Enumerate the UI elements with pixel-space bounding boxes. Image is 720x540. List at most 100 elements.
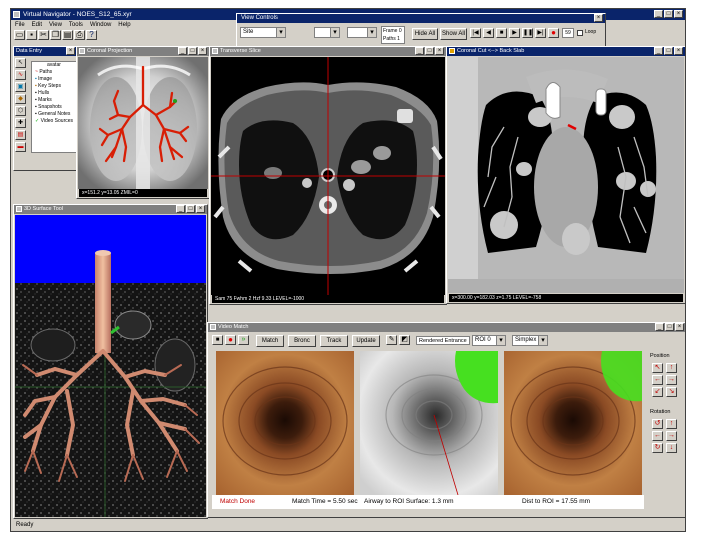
loop-checkbox[interactable] <box>577 30 583 36</box>
menu-tools[interactable]: Tools <box>69 20 83 30</box>
frame-number-field[interactable]: 59 <box>562 28 574 38</box>
position-right-icon[interactable]: → <box>666 375 677 385</box>
mode-select[interactable]: Simplex <box>512 335 548 346</box>
surface-tool-render[interactable] <box>15 215 206 517</box>
mark-tool-icon[interactable]: ✚ <box>15 118 26 128</box>
paste-icon[interactable]: ▤ <box>62 30 73 40</box>
edit-pen-icon[interactable]: ✎ <box>386 335 397 345</box>
record-circle-icon[interactable]: ● <box>225 335 236 345</box>
coronal-projection-image[interactable] <box>78 57 208 189</box>
close-button[interactable]: × <box>675 323 684 331</box>
data-entry-close-button[interactable]: × <box>66 47 75 55</box>
view-controls-title-bar: View Controls × <box>237 14 605 23</box>
notes-tool-icon[interactable]: ▬ <box>15 142 26 152</box>
minimize-button[interactable]: _ <box>415 47 424 55</box>
close-button[interactable]: × <box>196 205 205 213</box>
secondary-select[interactable] <box>314 27 340 38</box>
position-down-left-icon[interactable]: ↙ <box>652 387 663 397</box>
color-swatch-icon[interactable]: ◩ <box>399 335 410 345</box>
tree-header: avatar <box>47 62 61 68</box>
maximize-button[interactable]: □ <box>665 323 674 331</box>
tree-item-paths[interactable]: ~ Paths <box>35 69 76 76</box>
position-up-icon[interactable]: ↑ <box>666 363 677 373</box>
save-icon[interactable]: ▪ <box>26 30 37 40</box>
track-button[interactable]: Track <box>320 335 348 347</box>
keystep-tool-icon[interactable]: ◆ <box>15 94 26 104</box>
menu-file[interactable]: File <box>15 20 25 30</box>
menu-window[interactable]: Window <box>90 20 111 30</box>
tree-item-hulls[interactable]: ▪ Hulls <box>35 90 76 97</box>
cut-icon[interactable]: ✂ <box>38 30 49 40</box>
view-controls-close-button[interactable]: × <box>594 14 603 22</box>
rotate-cw-icon[interactable]: ↻ <box>652 443 663 453</box>
roi-select[interactable]: ROI 0 <box>472 335 506 346</box>
minimize-button[interactable]: _ <box>178 47 187 55</box>
menu-help[interactable]: Help <box>118 20 130 30</box>
last-frame-icon[interactable]: ▶| <box>535 28 546 38</box>
position-up-left-icon[interactable]: ↖ <box>652 363 663 373</box>
view-controls-title: View Controls <box>241 15 278 21</box>
rotate-up-icon[interactable]: ↑ <box>666 419 677 429</box>
hide-all-button[interactable]: Hide All <box>412 28 438 40</box>
tree-item-snapshots[interactable]: ▪ Snapshots <box>35 104 76 111</box>
bronc-button[interactable]: Bronc <box>288 335 316 347</box>
close-button[interactable]: × <box>435 47 444 55</box>
pause-icon[interactable]: ❚❚ <box>522 28 533 38</box>
rotate-left-icon[interactable]: ← <box>652 431 663 441</box>
stop-icon[interactable]: ■ <box>496 28 507 38</box>
position-left-icon[interactable]: ← <box>652 375 663 385</box>
coronal-cut-title-bar: Coronal Cut <--> Back Slab _ □ × <box>447 47 685 56</box>
first-frame-icon[interactable]: |◀ <box>470 28 481 38</box>
menu-view[interactable]: View <box>49 20 62 30</box>
play-icon[interactable]: ▶ <box>509 28 520 38</box>
maximize-button[interactable]: □ <box>186 205 195 213</box>
close-button[interactable]: × <box>674 47 683 55</box>
rotate-ccw-icon[interactable]: ↺ <box>652 419 663 429</box>
coronal-cut-title: Coronal Cut <--> Back Slab <box>457 48 525 54</box>
dist-to-roi: Dist to ROI = 17.55 mm <box>522 498 591 505</box>
transverse-slice-image[interactable] <box>211 57 445 295</box>
site-select[interactable]: Site <box>240 27 286 38</box>
minimize-button[interactable]: _ <box>654 10 663 18</box>
copy-icon[interactable]: ❐ <box>50 30 61 40</box>
menu-edit[interactable]: Edit <box>32 20 42 30</box>
tree-item-image[interactable]: ▪ Image <box>35 76 76 83</box>
image-tool-icon[interactable]: ▣ <box>15 82 26 92</box>
tree-item-notes[interactable]: ▪ General Notes <box>35 111 76 118</box>
rotate-down-icon[interactable]: ↓ <box>666 443 677 453</box>
path-tool-icon[interactable]: ∿ <box>15 70 26 80</box>
maximize-button[interactable]: □ <box>425 47 434 55</box>
close-button[interactable]: × <box>198 47 207 55</box>
close-button[interactable]: × <box>674 10 683 18</box>
paths-icon: ~ <box>35 69 38 75</box>
help-icon[interactable]: ? <box>86 30 97 40</box>
tertiary-select[interactable] <box>347 27 377 38</box>
maximize-button[interactable]: □ <box>664 10 673 18</box>
hull-tool-icon[interactable]: ⬡ <box>15 106 26 116</box>
play-reverse-icon[interactable]: ◀ <box>483 28 494 38</box>
open-icon[interactable]: ▭ <box>14 30 25 40</box>
tree-item-marks[interactable]: ▪ Marks <box>35 97 76 104</box>
show-all-button[interactable]: Show All <box>440 28 467 40</box>
minimize-button[interactable]: _ <box>655 323 664 331</box>
stop-square-icon[interactable]: ■ <box>212 335 223 345</box>
data-tree: avatar ~ Paths ▪ Image ▪ Key Steps ▪ Hul… <box>31 61 77 153</box>
update-button[interactable]: Update <box>352 335 380 347</box>
coronal-cut-image[interactable] <box>448 57 684 293</box>
minimize-button[interactable]: _ <box>176 205 185 213</box>
tree-item-video[interactable]: ✓ Video Sources <box>35 118 76 125</box>
paths-value: Paths 1 <box>383 36 400 42</box>
rotate-right-icon[interactable]: → <box>666 431 677 441</box>
maximize-button[interactable]: □ <box>664 47 673 55</box>
record-icon[interactable]: ● <box>548 28 559 38</box>
app-icon <box>13 11 20 18</box>
match-button[interactable]: Match <box>256 335 284 347</box>
tree-item-keysteps[interactable]: ▪ Key Steps <box>35 83 76 90</box>
pointer-tool-icon[interactable]: ↖ <box>15 58 26 68</box>
fast-forward-icon[interactable]: » <box>238 335 249 345</box>
minimize-button[interactable]: _ <box>654 47 663 55</box>
snapshot-tool-icon[interactable]: ▤ <box>15 130 26 140</box>
maximize-button[interactable]: □ <box>188 47 197 55</box>
print-icon[interactable]: ⎙ <box>74 30 85 40</box>
position-down-right-icon[interactable]: ↘ <box>666 387 677 397</box>
